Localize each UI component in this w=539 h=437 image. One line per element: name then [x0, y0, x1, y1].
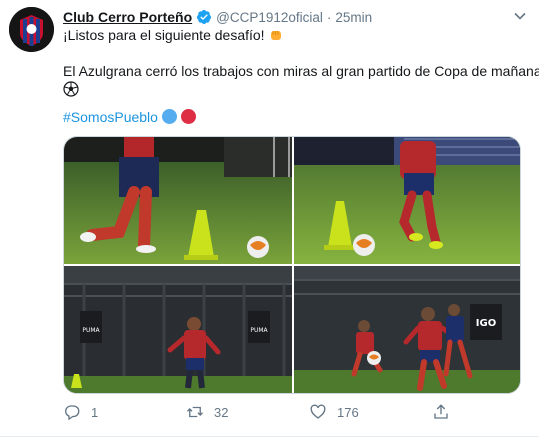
fist-icon: [270, 31, 281, 40]
tweet-card[interactable]: Club Cerro Porteño @CCP1912oficial · 25m…: [0, 0, 539, 437]
photo-3[interactable]: PUMA PUMA: [64, 266, 292, 393]
retweet-button[interactable]: 32: [186, 403, 309, 421]
hashtag-line: #SomosPueblo: [63, 108, 527, 126]
media-grid: PUMA PUMA IGO: [63, 136, 521, 394]
avatar[interactable]: [9, 7, 54, 52]
photo-2[interactable]: [294, 137, 520, 264]
photo-4[interactable]: IGO: [294, 266, 520, 393]
blue-circle-icon: [161, 109, 177, 124]
puma-sign-left: PUMA: [82, 327, 100, 334]
red-circle-icon: [180, 109, 196, 124]
hashtag-link[interactable]: #SomosPueblo: [63, 109, 158, 125]
tweet-text: ¡Listos para el siguiente desafío! El Az…: [63, 26, 539, 126]
separator-dot: ·: [326, 9, 332, 25]
reply-count: 1: [91, 404, 99, 420]
text-line-1-content: ¡Listos para el siguiente desafío!: [63, 27, 265, 43]
text-line-ball: [63, 80, 527, 98]
text-line-2: El Azulgrana cerró los trabajos con mira…: [63, 63, 539, 79]
author-handle[interactable]: @CCP1912oficial: [216, 10, 323, 25]
photo-1[interactable]: [64, 137, 292, 264]
reply-button[interactable]: 1: [63, 403, 186, 421]
sponsor-sign: IGO: [476, 318, 496, 329]
share-button[interactable]: [432, 403, 472, 421]
like-icon: [310, 404, 326, 419]
soccer-ball-icon: [63, 81, 79, 97]
text-line-1: ¡Listos para el siguiente desafío!: [63, 26, 527, 44]
author-name[interactable]: Club Cerro Porteño: [63, 9, 192, 25]
verified-icon: [197, 10, 212, 24]
share-icon: [434, 404, 448, 419]
caret-down-icon[interactable]: [513, 9, 527, 23]
retweet-count: 32: [214, 404, 229, 420]
timestamp[interactable]: 25min: [335, 10, 372, 25]
retweet-icon: [187, 406, 203, 418]
like-button[interactable]: 176: [309, 403, 432, 421]
tweet-actions: 1 32 176: [63, 402, 503, 422]
like-count: 176: [337, 404, 359, 420]
tweet-header: Club Cerro Porteño @CCP1912oficial · 25m…: [63, 7, 509, 27]
reply-icon: [65, 405, 80, 421]
puma-sign-right: PUMA: [250, 327, 268, 334]
